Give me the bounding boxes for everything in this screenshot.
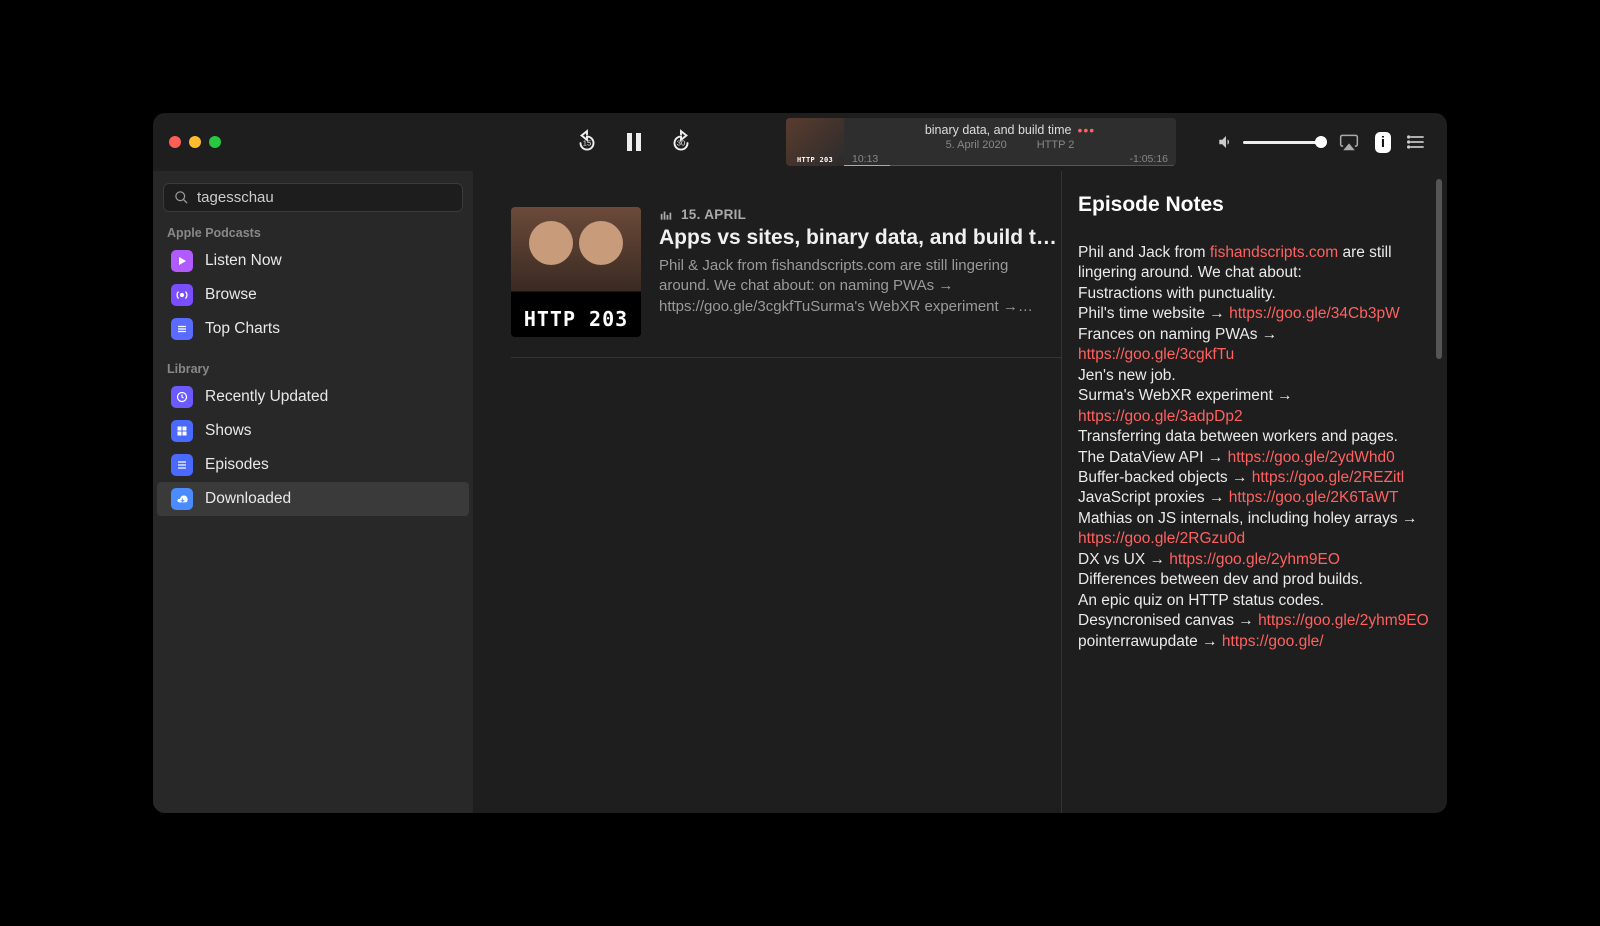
notes-link[interactable]: https://goo.gle/	[1222, 633, 1324, 650]
pause-button[interactable]	[622, 130, 646, 154]
notes-body: Phil and Jack from fishandscripts.com ar…	[1078, 243, 1433, 652]
window-controls	[153, 136, 474, 148]
sidebar-item-browse[interactable]: Browse	[157, 278, 469, 312]
sidebar-item-listen-now[interactable]: Listen Now	[157, 244, 469, 278]
sidebar-item-label: Listen Now	[205, 252, 282, 270]
now-playing-title: binary data, and build time	[925, 123, 1072, 137]
notes-link[interactable]: https://goo.gle/34Cb3pW	[1229, 305, 1400, 322]
sidebar: tagesschau Apple Podcasts Listen Now Bro…	[153, 171, 473, 813]
now-playing-artwork	[786, 118, 844, 166]
play-icon	[171, 250, 193, 272]
notes-line: Differences between dev and prod builds.	[1078, 570, 1433, 590]
volume-slider[interactable]	[1243, 141, 1323, 144]
notes-link[interactable]: https://goo.gle/3adpDp2	[1078, 408, 1243, 425]
toolbar: 15 30	[474, 118, 1217, 166]
svg-text:30: 30	[677, 138, 685, 147]
skip-forward-30-icon[interactable]: 30	[668, 129, 694, 155]
notes-line: Phil's time website → https://goo.gle/34…	[1078, 304, 1433, 324]
sidebar-item-recently-updated[interactable]: Recently Updated	[157, 380, 469, 414]
toolbar-right: i	[1217, 132, 1447, 153]
scrollbar[interactable]	[1436, 179, 1442, 359]
volume-icon	[1217, 133, 1235, 151]
list-icon	[171, 454, 193, 476]
notes-line: pointerrawupdate → https://goo.gle/	[1078, 632, 1433, 652]
window-fullscreen-button[interactable]	[209, 136, 221, 148]
notes-line: Desyncronised canvas → https://goo.gle/2…	[1078, 611, 1433, 631]
titlebar: 15 30	[153, 113, 1447, 171]
notes-intro: Phil and Jack from fishandscripts.com ar…	[1078, 244, 1392, 281]
notes-line: JavaScript proxies → https://goo.gle/2K6…	[1078, 488, 1433, 508]
notes-line: Jen's new job.	[1078, 366, 1433, 386]
charts-icon	[171, 318, 193, 340]
sidebar-item-label: Browse	[205, 286, 257, 304]
search-value: tagesschau	[197, 189, 274, 206]
notes-line: Transferring data between workers and pa…	[1078, 427, 1433, 447]
notes-line: Mathias on JS internals, including holey…	[1078, 509, 1433, 550]
app-window: 15 30	[153, 113, 1447, 813]
sidebar-item-label: Downloaded	[205, 490, 291, 508]
episode-row[interactable]: HTTP 203 15. APRIL Apps vs sites, binary…	[511, 207, 1061, 358]
now-playing[interactable]: binary data, and build time ••• 5. April…	[786, 118, 1176, 166]
now-playing-more-icon[interactable]: •••	[1077, 122, 1095, 138]
episode-notes-panel: Episode Notes Phil and Jack from fishand…	[1061, 171, 1447, 813]
volume-control[interactable]	[1217, 133, 1323, 151]
notes-line: DX vs UX → https://goo.gle/2yhm9EO	[1078, 550, 1433, 570]
playback-controls: 15 30	[574, 129, 694, 155]
sidebar-item-label: Top Charts	[205, 320, 280, 338]
episode-artwork-label: HTTP 203	[511, 301, 641, 337]
queue-list-icon[interactable]	[1407, 132, 1427, 152]
notes-line: Frances on naming PWAs → https://goo.gle…	[1078, 325, 1433, 366]
episode-artwork: HTTP 203	[511, 207, 641, 337]
cloud-download-icon	[171, 488, 193, 510]
now-playing-show: HTTP 2	[1037, 139, 1075, 151]
notes-line: Buffer-backed objects → https://goo.gle/…	[1078, 468, 1433, 488]
svg-text:15: 15	[583, 138, 591, 147]
episode-date: 15. APRIL	[681, 207, 746, 222]
notes-link[interactable]: https://goo.gle/2yhm9EO	[1258, 612, 1429, 629]
notes-link[interactable]: https://goo.gle/2REZitl	[1252, 469, 1405, 486]
section-header-library: Library	[153, 356, 473, 380]
info-button[interactable]: i	[1375, 132, 1391, 153]
episode-title: Apps vs sites, binary data, and build ti…	[659, 226, 1061, 250]
elapsed-time: 10:13	[852, 153, 878, 165]
window-minimize-button[interactable]	[189, 136, 201, 148]
content-area: tagesschau Apple Podcasts Listen Now Bro…	[153, 171, 1447, 813]
now-playing-date: 5. April 2020	[946, 139, 1007, 151]
remaining-time: -1:05:16	[1129, 153, 1168, 165]
episode-list: HTTP 203 15. APRIL Apps vs sites, binary…	[473, 171, 1061, 813]
notes-link[interactable]: https://goo.gle/2K6TaWT	[1229, 489, 1399, 506]
grid-icon	[171, 420, 193, 442]
notes-line: Surma's WebXR experiment → https://goo.g…	[1078, 386, 1433, 427]
section-header-apple-podcasts: Apple Podcasts	[153, 220, 473, 244]
notes-heading: Episode Notes	[1078, 193, 1433, 217]
episode-description: Phil & Jack from fishandscripts.com are …	[659, 256, 1061, 317]
sidebar-item-top-charts[interactable]: Top Charts	[157, 312, 469, 346]
progress-bar[interactable]	[844, 165, 1176, 167]
sidebar-item-label: Recently Updated	[205, 388, 328, 406]
sidebar-item-episodes[interactable]: Episodes	[157, 448, 469, 482]
sidebar-item-label: Episodes	[205, 456, 269, 474]
main: HTTP 203 15. APRIL Apps vs sites, binary…	[473, 171, 1447, 813]
airplay-icon[interactable]	[1339, 132, 1359, 152]
antenna-icon	[171, 284, 193, 306]
notes-link[interactable]: https://goo.gle/3cgkfTu	[1078, 346, 1234, 363]
clock-icon	[171, 386, 193, 408]
notes-link[interactable]: https://goo.gle/2yhm9EO	[1169, 551, 1340, 568]
sidebar-item-shows[interactable]: Shows	[157, 414, 469, 448]
search-input[interactable]: tagesschau	[163, 183, 463, 212]
sidebar-item-label: Shows	[205, 422, 252, 440]
bars-icon	[659, 208, 673, 222]
notes-line: The DataView API → https://goo.gle/2ydWh…	[1078, 448, 1433, 468]
window-close-button[interactable]	[169, 136, 181, 148]
notes-link[interactable]: https://goo.gle/2ydWhd0	[1228, 449, 1395, 466]
search-icon	[174, 190, 189, 205]
sidebar-item-downloaded[interactable]: Downloaded	[157, 482, 469, 516]
now-playing-meta: binary data, and build time ••• 5. April…	[844, 118, 1176, 166]
notes-line: An epic quiz on HTTP status codes.	[1078, 591, 1433, 611]
notes-line: Fustractions with punctuality.	[1078, 284, 1433, 304]
notes-link[interactable]: fishandscripts.com	[1210, 244, 1338, 261]
notes-link[interactable]: https://goo.gle/2RGzu0d	[1078, 530, 1245, 547]
skip-back-15-icon[interactable]: 15	[574, 129, 600, 155]
